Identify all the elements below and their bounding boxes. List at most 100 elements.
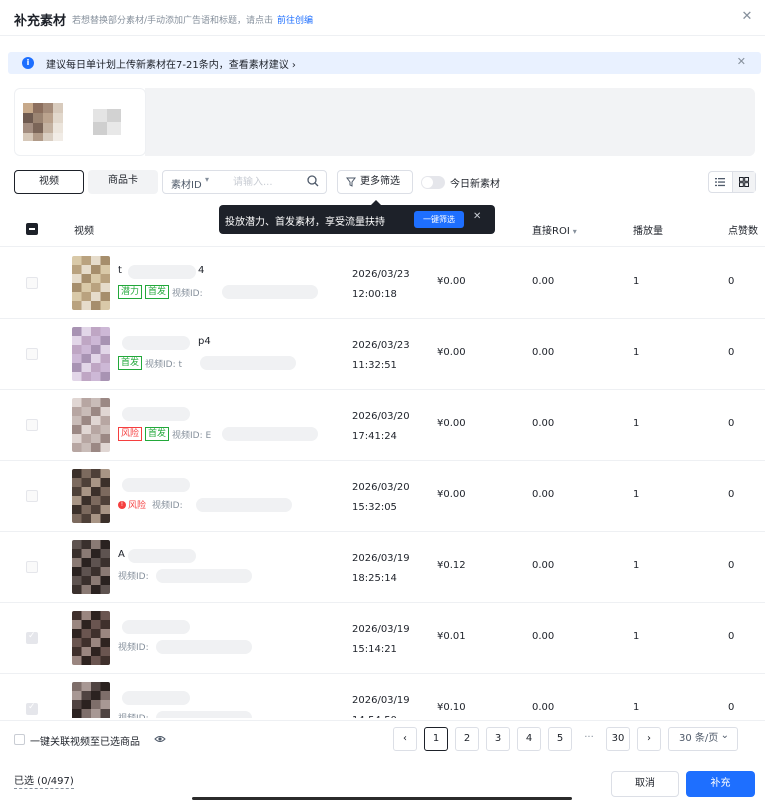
selected-count[interactable]: 已选 (0/497) [14,772,74,789]
sort-icon: ▾ [572,227,577,236]
roi-value: 0.00 [532,347,555,358]
tip-text[interactable]: 建议每日单计划上传新素材在7-21条内，查看素材建议 › [46,56,296,71]
close-icon[interactable]: ✕ [739,9,755,25]
plays-value: 1 [633,560,640,571]
create-time: 2026/03/20 15:32:05 [352,482,410,513]
table-row[interactable]: 风险 首发 视频ID: E 2026/03/20 17:41:24 ¥0.00 0.0… [0,390,765,461]
link-video-checkbox[interactable] [14,734,25,745]
video-name[interactable]: A [118,549,125,560]
goto-editor-link[interactable]: 前往创编 [277,16,313,26]
video-id-label: 视频ID: [118,572,149,582]
cost-value: ¥0.00 [437,489,466,500]
table-row[interactable]: A 视频ID: 2026/03/19 18:25:14 ¥0.12 0.00 1 … [0,532,765,603]
video-tags: 视频ID: [118,640,149,653]
redacted-id [196,498,292,512]
table-row[interactable]: p4 首发 视频ID: t 2026/03/23 11:32:51 ¥0.00 0.… [0,319,765,390]
roi-value: 0.00 [532,560,555,571]
list-icon [715,178,726,187]
eye-icon[interactable] [154,733,166,745]
video-name-suffix: p4 [198,336,211,347]
likes-value: 0 [728,702,735,713]
row-checkbox[interactable] [26,631,38,644]
plays-value: 1 [633,276,640,287]
row-checkbox[interactable] [26,277,38,289]
column-likes: 点赞数 [728,226,758,237]
tag-badge: 首发 [145,427,170,441]
create-time: 2026/03/1914:54:50 [352,695,410,718]
video-thumbnail [72,540,110,594]
one-click-filter-button[interactable]: 一键筛选 [414,211,464,228]
create-time: 2026/03/23 11:32:51 [352,340,410,371]
alert-icon: ! [118,500,126,509]
view-switch [708,171,756,193]
more-filters-button[interactable]: 更多筛选 [337,170,413,194]
roi-value: 0.00 [532,489,555,500]
page-3[interactable]: 3 [486,727,510,751]
grid-icon [738,177,749,187]
dialog-title: 补充素材 [14,14,67,29]
risk-badge: ! 风险 [118,498,146,511]
page-4[interactable]: 4 [517,727,541,751]
select-all-checkbox[interactable] [26,223,38,235]
banner-close-icon[interactable]: ✕ [737,55,746,68]
cost-value: ¥0.12 [437,560,466,571]
create-time: 2026/03/20 17:41:24 [352,411,410,442]
tooltip-text: 投放潜力、首发素材，享受流量扶持 [225,217,385,228]
redacted-id [156,569,252,583]
page-30[interactable]: 30 [606,727,630,751]
cost-value: ¥0.00 [437,418,466,429]
page-5[interactable]: 5 [548,727,572,751]
row-checkbox[interactable] [26,348,38,360]
list-view-button[interactable] [709,172,732,192]
prev-page-button[interactable]: ‹ [393,727,417,751]
video-thumbnail [72,469,110,523]
search-icon[interactable] [306,174,320,188]
next-page-button[interactable]: › [637,727,661,751]
create-time: 2026/03/19 18:25:14 [352,553,410,584]
confirm-button[interactable]: 补充 [686,771,755,797]
tag-badge: 风险 [118,427,143,441]
selected-material-card[interactable] [14,88,146,156]
row-checkbox[interactable] [26,490,38,502]
tab-product-card[interactable]: 商品卡 [88,170,158,194]
table-row[interactable]: 视频ID: 2026/03/1914:54:50 ¥0.10 0.00 1 0 [0,674,765,718]
video-tags: 视频ID: [118,569,149,582]
video-name[interactable]: t [118,265,122,276]
table-row[interactable]: t 4 潜力 首发 视频ID: 2026/03/23 12:00:18 ¥0.00 0… [0,248,765,319]
redacted-name [128,265,196,279]
roi-value: 0.00 [532,702,555,713]
video-id-label: 视频ID: [172,288,203,299]
redacted-name [122,691,190,705]
cost-value: ¥0.10 [437,702,466,713]
page-2[interactable]: 2 [455,727,479,751]
column-video: 视频 [74,226,94,237]
tag-badge: 潜力 [118,285,143,299]
table-row[interactable]: 视频ID: 2026/03/1915:14:21 ¥0.01 0.00 1 0 [0,603,765,674]
cost-value: ¥0.00 [437,276,466,287]
search-input[interactable] [233,173,303,191]
video-id-label: 视频ID: [152,501,183,511]
row-checkbox[interactable] [26,702,38,715]
row-checkbox[interactable] [26,561,38,573]
column-plays: 播放量 [633,226,663,237]
page-ellipsis[interactable]: ··· [579,727,599,751]
video-tags: 首发 视频ID: t [118,356,182,370]
plays-value: 1 [633,489,640,500]
tooltip-close-icon[interactable]: ✕ [473,211,481,222]
likes-value: 0 [728,276,735,287]
table-row[interactable]: ! 风险 视频ID: 2026/03/20 15:32:05 ¥0.00 0.00 1… [0,461,765,532]
video-tags: 视频ID: [118,711,149,718]
selected-materials-strip [145,88,755,156]
search-field-select[interactable]: 素材ID [171,176,202,191]
video-tags: 风险 首发 视频ID: E [118,427,211,441]
tab-video[interactable]: 视频 [14,170,84,194]
page-1[interactable]: 1 [424,727,448,751]
today-new-toggle[interactable] [421,176,445,189]
video-thumbnail [72,327,110,381]
tip-banner: i 建议每日单计划上传新素材在7-21条内，查看素材建议 › ✕ [8,52,761,74]
page-size-select[interactable]: 30 条/页 [668,725,738,751]
column-roi[interactable]: 直接ROI ▾ [532,222,577,237]
cancel-button[interactable]: 取消 [611,771,679,797]
grid-view-button[interactable] [731,172,755,192]
row-checkbox[interactable] [26,419,38,431]
